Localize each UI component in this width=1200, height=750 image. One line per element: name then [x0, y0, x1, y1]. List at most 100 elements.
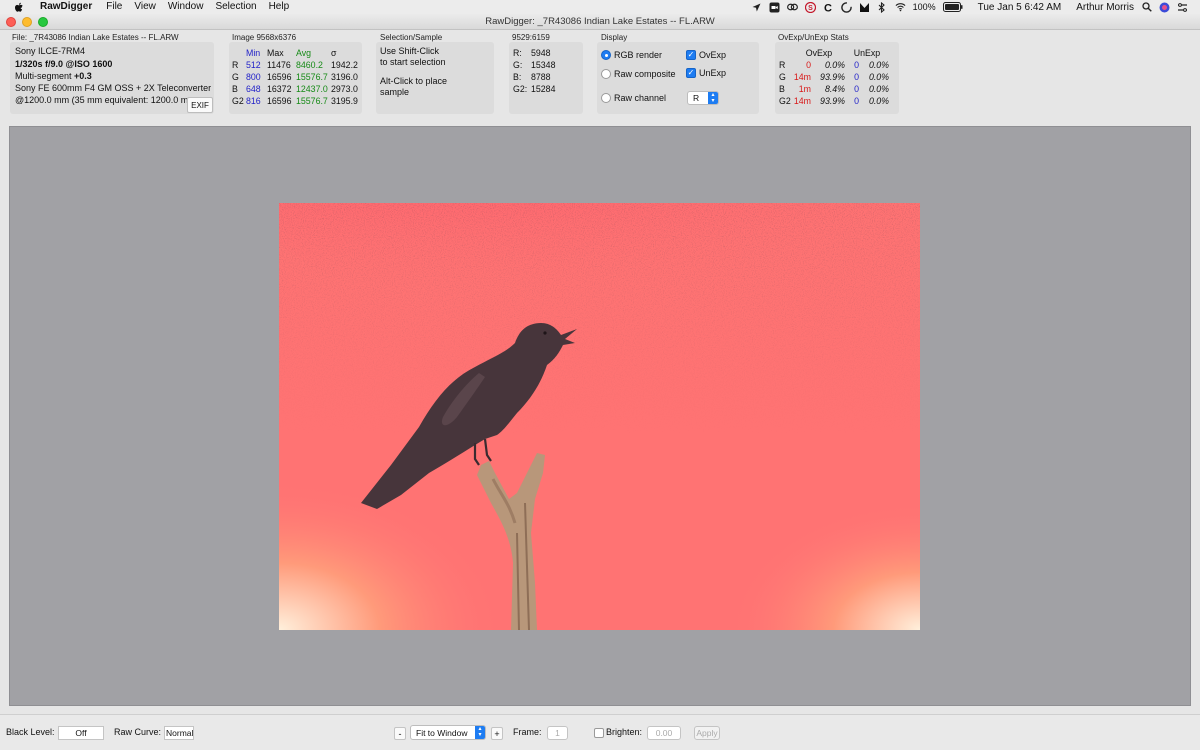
- frame-label: Frame:: [513, 727, 542, 737]
- avg-value: 15576.7: [296, 96, 328, 106]
- brighten-checkbox[interactable]: [594, 728, 604, 738]
- channel-label: R: [232, 60, 239, 70]
- black-level-label: Black Level:: [6, 727, 55, 737]
- sample-channel: G2:: [513, 84, 528, 94]
- svg-text:S: S: [808, 5, 813, 12]
- ovexp-label[interactable]: OvExp: [699, 50, 726, 62]
- bluetooth-icon[interactable]: [877, 1, 888, 13]
- image-viewer[interactable]: [9, 126, 1191, 706]
- lens-info: Sony FE 600mm F4 GM OSS + 2X Teleconvert…: [15, 83, 212, 93]
- black-level-field[interactable]: Off: [58, 726, 104, 740]
- clock[interactable]: Tue Jan 5 6:42 AM: [978, 2, 1062, 13]
- malwarebytes-icon[interactable]: [859, 2, 870, 13]
- channel-label: B: [232, 84, 238, 94]
- sigma-value: 3196.0: [331, 72, 358, 82]
- max-value: 16372: [267, 84, 292, 94]
- raw-channel-label[interactable]: Raw channel: [614, 93, 666, 105]
- image-stats-header: Min Max Avg σ: [232, 47, 361, 59]
- avg-value: 12437.0: [296, 84, 328, 94]
- brighten-stepper[interactable]: 0.00: [647, 726, 681, 740]
- selection-hint-1: Use Shift-Click: [380, 46, 440, 56]
- exposure-info: 1/320s f/9.0 @ISO 1600: [15, 59, 113, 69]
- rgb-render-radio[interactable]: [601, 50, 611, 60]
- window-controls: [6, 17, 48, 27]
- wifi-icon[interactable]: [895, 2, 906, 13]
- selection-hint-2: to start selection: [380, 57, 446, 67]
- menu-selection[interactable]: Selection: [209, 0, 262, 14]
- close-window-button[interactable]: [6, 17, 16, 27]
- user-name[interactable]: Arthur Morris: [1076, 2, 1134, 13]
- zoom-out-button[interactable]: -: [394, 727, 406, 740]
- multisegment-label: Multi-segment: [15, 71, 72, 81]
- c-app-icon[interactable]: C: [823, 2, 834, 13]
- menu-window[interactable]: Window: [162, 0, 210, 14]
- control-center-icon[interactable]: [1177, 2, 1188, 13]
- ovexp-checkbox[interactable]: ✓: [686, 50, 696, 60]
- menu-file[interactable]: File: [100, 0, 128, 14]
- image-stats-table: Min Max Avg σ R 512 11476 8460.2 1942.2 …: [232, 47, 361, 107]
- unexp-label[interactable]: UnExp: [699, 68, 726, 80]
- ovexp-percent: 93.9%: [820, 96, 845, 106]
- sample-value: 5948: [531, 48, 551, 58]
- file-panel-title: File: _7R43086 Indian Lake Estates -- FL…: [12, 33, 179, 42]
- select-arrows-icon: ▴ ▾: [708, 92, 718, 104]
- raw-channel-select[interactable]: R ▴ ▾: [687, 91, 719, 105]
- battery-icon[interactable]: [942, 2, 963, 13]
- multisegment-info: Multi-segment +0.3: [15, 71, 92, 83]
- exp-header-blank: [779, 47, 793, 59]
- image-stats-row: B 648 16372 12437.0 2973.0: [232, 83, 361, 95]
- zoom-select[interactable]: Fit to Window ▴ ▾: [410, 725, 486, 740]
- raw-image-preview[interactable]: [279, 203, 920, 630]
- exp-header-unexp: UnExp: [853, 48, 881, 58]
- raw-composite-radio[interactable]: [601, 69, 611, 79]
- raw-channel-radio[interactable]: [601, 93, 611, 103]
- ovexp-count: 0: [806, 60, 811, 70]
- rgb-render-label[interactable]: RGB render: [614, 50, 662, 62]
- exif-button[interactable]: EXIF: [187, 97, 213, 113]
- creative-cloud-icon[interactable]: [786, 2, 798, 13]
- camera-model: Sony ILCE-7RM4: [15, 46, 86, 56]
- channel-label: B: [779, 84, 785, 94]
- unexp-checkbox[interactable]: ✓: [686, 68, 696, 78]
- sync-circle-icon[interactable]: [840, 1, 852, 13]
- channel-label: G: [232, 72, 239, 82]
- raw-curve-label: Raw Curve:: [114, 727, 162, 737]
- sample-row: B: 8788: [513, 71, 555, 83]
- exposure-stats-row: G2 14m 93.9% 0 0.0%: [779, 95, 889, 107]
- window-titlebar[interactable]: RawDigger: _7R43086 Indian Lake Estates …: [0, 14, 1200, 30]
- apple-icon[interactable]: [12, 0, 26, 14]
- focal-info: @1200.0 mm (35 mm equivalent: 1200.0 mm): [15, 95, 187, 105]
- search-icon[interactable]: [1141, 2, 1152, 13]
- frame-stepper[interactable]: 1: [547, 726, 568, 740]
- bird-photo-render: [279, 203, 920, 630]
- zoom-video-icon[interactable]: [769, 2, 780, 13]
- channel-label: G2: [779, 96, 791, 106]
- menu-help[interactable]: Help: [263, 0, 296, 14]
- menubar-status-area: S C 100% Tue Jan 5 6:42 AM Arthur Morris: [751, 1, 1200, 13]
- raw-curve-field[interactable]: Normal: [164, 726, 194, 740]
- channel-label: R: [779, 60, 786, 70]
- unexp-count: 0: [854, 72, 859, 82]
- apply-button[interactable]: Apply: [694, 726, 720, 740]
- menu-view[interactable]: View: [128, 0, 162, 14]
- sample-panel-title: 9529:6159: [512, 33, 550, 42]
- max-value: 16596: [267, 96, 292, 106]
- battery-percent: 100%: [912, 2, 936, 12]
- siri-icon[interactable]: [1159, 2, 1170, 13]
- min-value: 816: [246, 96, 261, 106]
- ovexp-count: 1m: [798, 84, 811, 94]
- selection-panel-title: Selection/Sample: [380, 33, 443, 42]
- location-arrow-icon[interactable]: [751, 2, 762, 13]
- exposure-stats-row: R 0 0.0% 0 0.0%: [779, 59, 889, 71]
- raw-composite-label[interactable]: Raw composite: [614, 69, 676, 81]
- unexp-percent: 0.0%: [868, 72, 889, 82]
- bottom-toolbar: Black Level: Off Raw Curve: Normal - Fit…: [0, 714, 1200, 750]
- zoom-window-button[interactable]: [38, 17, 48, 27]
- frame-value: 1: [555, 728, 560, 738]
- exposure-stats-row: B 1m 8.4% 0 0.0%: [779, 83, 889, 95]
- minimize-window-button[interactable]: [22, 17, 32, 27]
- menu-app-name[interactable]: RawDigger: [26, 0, 100, 14]
- zoom-in-button[interactable]: +: [491, 727, 503, 740]
- sample-row: G2: 15284: [513, 83, 555, 95]
- s-badge-icon[interactable]: S: [804, 1, 816, 13]
